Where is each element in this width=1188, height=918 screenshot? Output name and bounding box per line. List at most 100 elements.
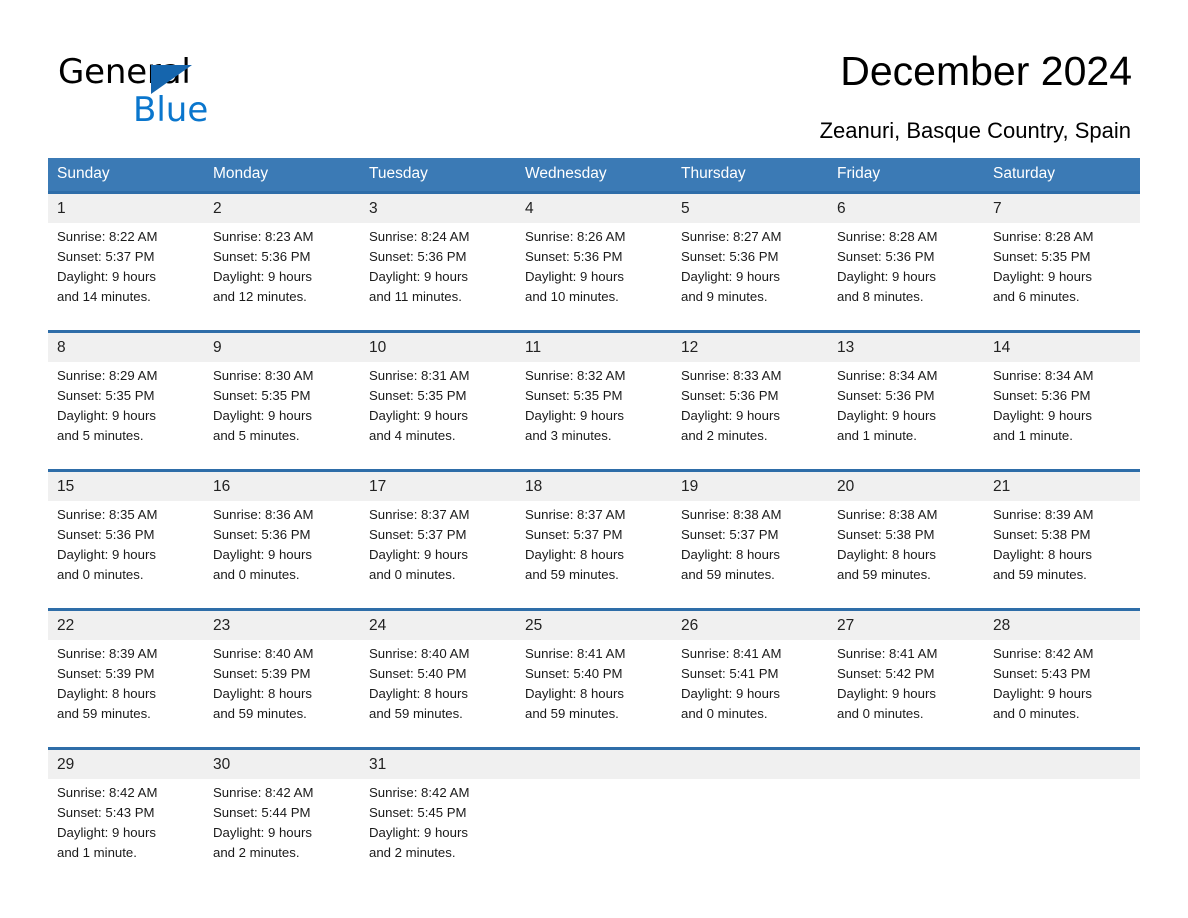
sunset-text: Sunset: 5:40 PM — [369, 666, 467, 681]
day-number[interactable]: 15 — [48, 469, 204, 501]
sunrise-text: Sunrise: 8:37 AM — [525, 507, 626, 522]
day-number[interactable]: 21 — [984, 469, 1140, 501]
day-cell: Sunrise: 8:41 AM Sunset: 5:40 PM Dayligh… — [516, 640, 672, 734]
sunrise-text: Sunrise: 8:33 AM — [681, 368, 782, 383]
day-number[interactable]: 20 — [828, 469, 984, 501]
day-number[interactable]: 22 — [48, 608, 204, 640]
day-number[interactable]: 27 — [828, 608, 984, 640]
daylight-text-line1: Daylight: 9 hours — [57, 408, 156, 423]
day-cell-empty — [984, 779, 1140, 873]
day-number[interactable]: 14 — [984, 330, 1140, 362]
day-number-empty — [984, 747, 1140, 779]
day-cell: Sunrise: 8:35 AM Sunset: 5:36 PM Dayligh… — [48, 501, 204, 595]
daylight-text-line2: and 0 minutes. — [57, 567, 144, 582]
day-number[interactable]: 1 — [48, 191, 204, 223]
sunset-text: Sunset: 5:41 PM — [681, 666, 779, 681]
sunset-text: Sunset: 5:42 PM — [837, 666, 935, 681]
day-cell: Sunrise: 8:40 AM Sunset: 5:39 PM Dayligh… — [204, 640, 360, 734]
day-cell: Sunrise: 8:22 AM Sunset: 5:37 PM Dayligh… — [48, 223, 204, 317]
day-number[interactable]: 13 — [828, 330, 984, 362]
daylight-text-line2: and 1 minute. — [57, 845, 137, 860]
sunset-text: Sunset: 5:36 PM — [681, 388, 779, 403]
row-spacer — [48, 595, 1140, 610]
sunrise-text: Sunrise: 8:39 AM — [57, 646, 158, 661]
sunrise-text: Sunrise: 8:41 AM — [837, 646, 938, 661]
day-cell: Sunrise: 8:39 AM Sunset: 5:38 PM Dayligh… — [984, 501, 1140, 595]
sunrise-text: Sunrise: 8:39 AM — [993, 507, 1094, 522]
day-number[interactable]: 28 — [984, 608, 1140, 640]
day-number[interactable]: 12 — [672, 330, 828, 362]
daylight-text-line1: Daylight: 8 hours — [525, 547, 624, 562]
day-number[interactable]: 16 — [204, 469, 360, 501]
daylight-text-line1: Daylight: 8 hours — [213, 686, 312, 701]
day-number[interactable]: 30 — [204, 747, 360, 779]
daylight-text-line1: Daylight: 9 hours — [681, 686, 780, 701]
sunset-text: Sunset: 5:35 PM — [993, 249, 1091, 264]
sunset-text: Sunset: 5:36 PM — [837, 249, 935, 264]
day-number[interactable]: 2 — [204, 191, 360, 223]
day-number[interactable]: 26 — [672, 608, 828, 640]
daylight-text-line1: Daylight: 9 hours — [993, 686, 1092, 701]
day-number[interactable]: 10 — [360, 330, 516, 362]
day-cell: Sunrise: 8:36 AM Sunset: 5:36 PM Dayligh… — [204, 501, 360, 595]
row-spacer-cell — [48, 317, 1140, 332]
daylight-text-line1: Daylight: 8 hours — [369, 686, 468, 701]
sunset-text: Sunset: 5:39 PM — [213, 666, 311, 681]
sunrise-text: Sunrise: 8:38 AM — [681, 507, 782, 522]
sunset-text: Sunset: 5:37 PM — [525, 527, 623, 542]
day-cell: Sunrise: 8:26 AM Sunset: 5:36 PM Dayligh… — [516, 223, 672, 317]
sunset-text: Sunset: 5:43 PM — [993, 666, 1091, 681]
day-cell: Sunrise: 8:24 AM Sunset: 5:36 PM Dayligh… — [360, 223, 516, 317]
day-number[interactable]: 7 — [984, 191, 1140, 223]
weekday-header-monday: Monday — [204, 158, 360, 193]
sunrise-text: Sunrise: 8:32 AM — [525, 368, 626, 383]
day-number[interactable]: 11 — [516, 330, 672, 362]
sunrise-text: Sunrise: 8:29 AM — [57, 368, 158, 383]
week-row-daynumbers: 1 2 3 4 5 6 7 — [48, 191, 1140, 223]
sunrise-text: Sunrise: 8:40 AM — [213, 646, 314, 661]
calendar-body: 1 2 3 4 5 6 7 Sunrise: 8:22 AM Sunset: 5… — [48, 191, 1140, 873]
day-cell: Sunrise: 8:41 AM Sunset: 5:41 PM Dayligh… — [672, 640, 828, 734]
weekday-header-wednesday: Wednesday — [516, 158, 672, 193]
day-number[interactable]: 23 — [204, 608, 360, 640]
day-number[interactable]: 9 — [204, 330, 360, 362]
week-row-details: Sunrise: 8:35 AM Sunset: 5:36 PM Dayligh… — [48, 501, 1140, 595]
daylight-text-line1: Daylight: 9 hours — [213, 547, 312, 562]
daylight-text-line1: Daylight: 9 hours — [837, 686, 936, 701]
day-number[interactable]: 17 — [360, 469, 516, 501]
sunset-text: Sunset: 5:37 PM — [369, 527, 467, 542]
day-cell: Sunrise: 8:23 AM Sunset: 5:36 PM Dayligh… — [204, 223, 360, 317]
day-number[interactable]: 4 — [516, 191, 672, 223]
day-number[interactable]: 6 — [828, 191, 984, 223]
daylight-text-line2: and 2 minutes. — [369, 845, 456, 860]
week-row-details: Sunrise: 8:42 AM Sunset: 5:43 PM Dayligh… — [48, 779, 1140, 873]
day-number[interactable]: 24 — [360, 608, 516, 640]
sunset-text: Sunset: 5:45 PM — [369, 805, 467, 820]
daylight-text-line1: Daylight: 8 hours — [57, 686, 156, 701]
day-number[interactable]: 5 — [672, 191, 828, 223]
sunrise-text: Sunrise: 8:40 AM — [369, 646, 470, 661]
generalblue-logo[interactable]: General Blue — [58, 52, 298, 130]
sunrise-text: Sunrise: 8:38 AM — [837, 507, 938, 522]
day-number[interactable]: 8 — [48, 330, 204, 362]
sunset-text: Sunset: 5:35 PM — [525, 388, 623, 403]
daylight-text-line1: Daylight: 9 hours — [837, 408, 936, 423]
daylight-text-line1: Daylight: 9 hours — [369, 269, 468, 284]
day-cell: Sunrise: 8:37 AM Sunset: 5:37 PM Dayligh… — [516, 501, 672, 595]
day-number[interactable]: 25 — [516, 608, 672, 640]
daylight-text-line1: Daylight: 9 hours — [213, 408, 312, 423]
calendar-page: General Blue December 2024 Zeanuri, Basq… — [0, 0, 1188, 918]
daylight-text-line2: and 5 minutes. — [57, 428, 144, 443]
day-cell: Sunrise: 8:42 AM Sunset: 5:44 PM Dayligh… — [204, 779, 360, 873]
sunset-text: Sunset: 5:44 PM — [213, 805, 311, 820]
day-number[interactable]: 29 — [48, 747, 204, 779]
sunrise-text: Sunrise: 8:42 AM — [369, 785, 470, 800]
day-number[interactable]: 31 — [360, 747, 516, 779]
sunset-text: Sunset: 5:38 PM — [993, 527, 1091, 542]
daylight-text-line2: and 59 minutes. — [837, 567, 931, 582]
day-number[interactable]: 3 — [360, 191, 516, 223]
weekday-header-tuesday: Tuesday — [360, 158, 516, 193]
daylight-text-line1: Daylight: 9 hours — [525, 408, 624, 423]
day-number[interactable]: 18 — [516, 469, 672, 501]
day-number[interactable]: 19 — [672, 469, 828, 501]
